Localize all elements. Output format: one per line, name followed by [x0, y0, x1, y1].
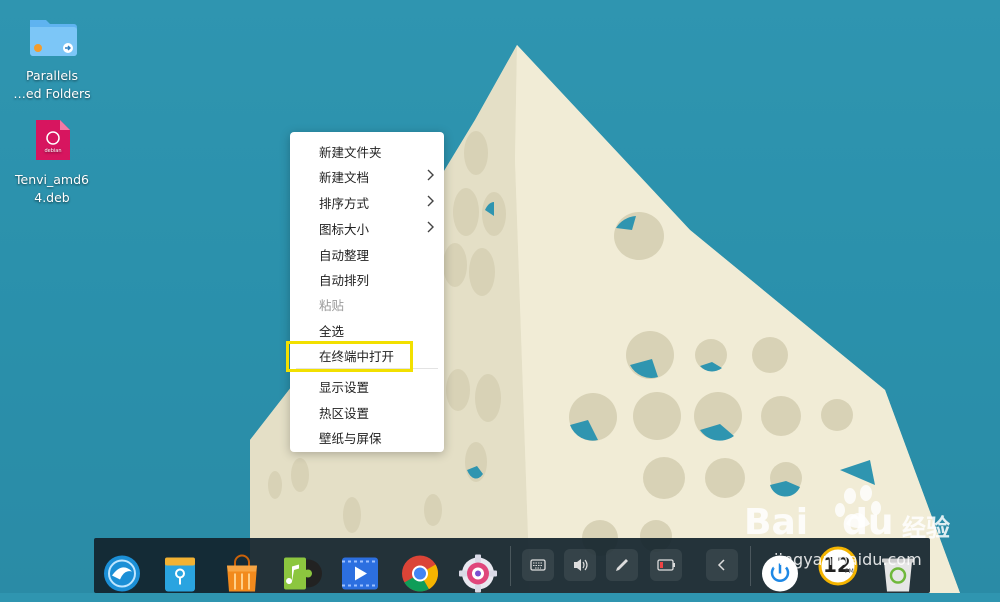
desktop-context-menu: 新建文件夹 新建文档 排序方式 图标大小 自动整理 自动排列 粘贴 全选 在终端…: [290, 132, 444, 452]
pen-icon: [616, 559, 628, 571]
menu-item-paste: 粘贴: [319, 298, 345, 313]
menu-item-auto-arrange[interactable]: 自动整理: [290, 241, 444, 266]
menu-item-wallpaper-screensaver[interactable]: 壁纸与屏保: [290, 424, 444, 449]
folder-icon: [30, 20, 77, 56]
debian-package-icon: debian: [36, 120, 70, 160]
desktop-icon-label: …ed Folders: [13, 86, 91, 101]
debian-badge-text: debian: [44, 148, 61, 154]
desktop-icon-tenvi-deb[interactable]: debian Tenvi_amd6 4.deb: [7, 118, 97, 207]
chevron-right-icon: [427, 195, 434, 207]
desktop-icon-label: 4.deb: [34, 190, 70, 205]
menu-item-hot-corner-settings[interactable]: 热区设置: [290, 399, 444, 424]
pen-tray-button[interactable]: [606, 549, 638, 581]
watermark-cn: 经验: [902, 514, 950, 542]
menu-item-sort-by[interactable]: 排序方式: [290, 189, 444, 214]
highlight-box-annotation: [286, 341, 413, 372]
menu-item-display-settings[interactable]: 显示设置: [290, 373, 444, 398]
desktop-icon-label: Parallels: [25, 68, 79, 83]
dock-separator: [510, 546, 511, 586]
battery-icon: [657, 559, 675, 571]
volume-icon: [574, 559, 588, 571]
expand-tray-button[interactable]: [706, 549, 738, 581]
keyboard-tray-button[interactable]: [522, 549, 554, 581]
baidu-watermark: Bai du 经验 jingyan.baidu.com: [744, 484, 994, 574]
watermark-url: jingyan.baidu.com: [774, 550, 922, 569]
chevron-right-icon: [427, 221, 434, 233]
volume-tray-button[interactable]: [564, 549, 596, 581]
desktop-icon-parallels-shared-folders[interactable]: Parallels …ed Folders: [7, 14, 97, 103]
chevron-right-icon: [427, 169, 434, 181]
file-manager-icon[interactable]: [162, 547, 198, 602]
watermark-brand: Bai du: [744, 502, 894, 543]
menu-item-select-all[interactable]: 全选: [290, 317, 444, 342]
menu-item-new-folder[interactable]: 新建文件夹: [290, 138, 444, 163]
desktop-icon-label: Tenvi_amd6: [15, 172, 89, 187]
menu-item-auto-align[interactable]: 自动排列: [290, 266, 444, 291]
menu-item-new-document[interactable]: 新建文档: [290, 163, 444, 188]
menu-item-icon-size[interactable]: 图标大小: [290, 215, 444, 240]
keyboard-icon: [530, 559, 546, 571]
battery-tray-button[interactable]: [650, 549, 682, 581]
chevron-left-icon: [717, 559, 725, 571]
